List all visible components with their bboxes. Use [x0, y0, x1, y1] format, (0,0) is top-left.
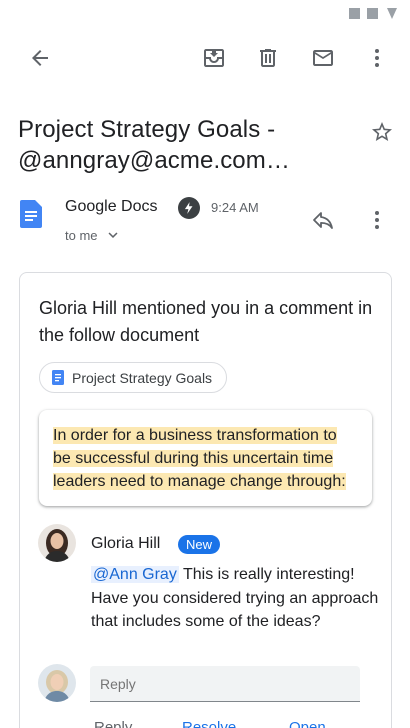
- app-bar: [0, 30, 410, 86]
- user-mention[interactable]: @Ann Gray: [91, 566, 179, 583]
- resolve-button[interactable]: Resolve: [182, 719, 236, 728]
- star-button[interactable]: [362, 112, 402, 152]
- more-options-button[interactable]: [357, 38, 397, 78]
- commenter-avatar: [38, 524, 76, 562]
- reply-action-button[interactable]: Reply: [94, 719, 132, 728]
- signal-icon: [349, 8, 360, 19]
- bolt-icon: [178, 197, 200, 219]
- document-chip[interactable]: Project Strategy Goals: [39, 362, 228, 393]
- new-badge: New: [178, 535, 221, 554]
- mark-unread-button[interactable]: [303, 38, 343, 78]
- status-bar: [0, 0, 410, 28]
- highlighted-quote: In order for a business transformation t…: [53, 427, 346, 490]
- back-button[interactable]: [20, 38, 60, 78]
- commenter-name: Gloria Hill: [91, 535, 161, 552]
- recipient-toggle[interactable]: to me: [65, 226, 122, 244]
- archive-icon: [204, 49, 224, 67]
- open-button[interactable]: Open: [289, 719, 326, 728]
- quoted-text-box: In order for a business transformation t…: [39, 410, 372, 506]
- reply-button[interactable]: [303, 200, 343, 240]
- wifi-icon: [367, 8, 378, 19]
- battery-icon: [387, 8, 397, 19]
- trash-icon: [260, 49, 276, 67]
- reply-input[interactable]: [90, 666, 360, 702]
- back-arrow-icon: [32, 50, 48, 66]
- email-subject: Project Strategy Goals - @anngray@acme.c…: [18, 116, 290, 174]
- card-title: Gloria Hill mentioned you in a comment i…: [39, 298, 373, 345]
- recipient-label: to me: [65, 227, 98, 243]
- sender-name: Google Docs: [65, 198, 158, 215]
- comment-actions: Reply Resolve Open: [20, 719, 393, 728]
- email-time: 9:24 AM: [211, 200, 259, 215]
- comment-notification-card: Gloria Hill mentioned you in a comment i…: [19, 272, 392, 728]
- chevron-down-icon: [108, 232, 118, 238]
- more-vert-icon: [375, 211, 379, 229]
- google-docs-icon: [20, 200, 42, 228]
- reply-icon: [313, 212, 333, 229]
- document-chip-label: Project Strategy Goals: [72, 369, 213, 386]
- mail-icon: [313, 50, 333, 66]
- more-vert-icon: [375, 49, 379, 67]
- delete-button[interactable]: [248, 38, 288, 78]
- archive-button[interactable]: [194, 38, 234, 78]
- star-icon: [372, 122, 392, 141]
- sender-row: Google Docs 9:24 AM to me: [0, 190, 410, 250]
- current-user-avatar: [38, 664, 76, 702]
- comment-body: @Ann Gray This is really interesting! Ha…: [91, 563, 381, 634]
- message-more-button[interactable]: [357, 200, 397, 240]
- google-docs-icon: [52, 370, 64, 385]
